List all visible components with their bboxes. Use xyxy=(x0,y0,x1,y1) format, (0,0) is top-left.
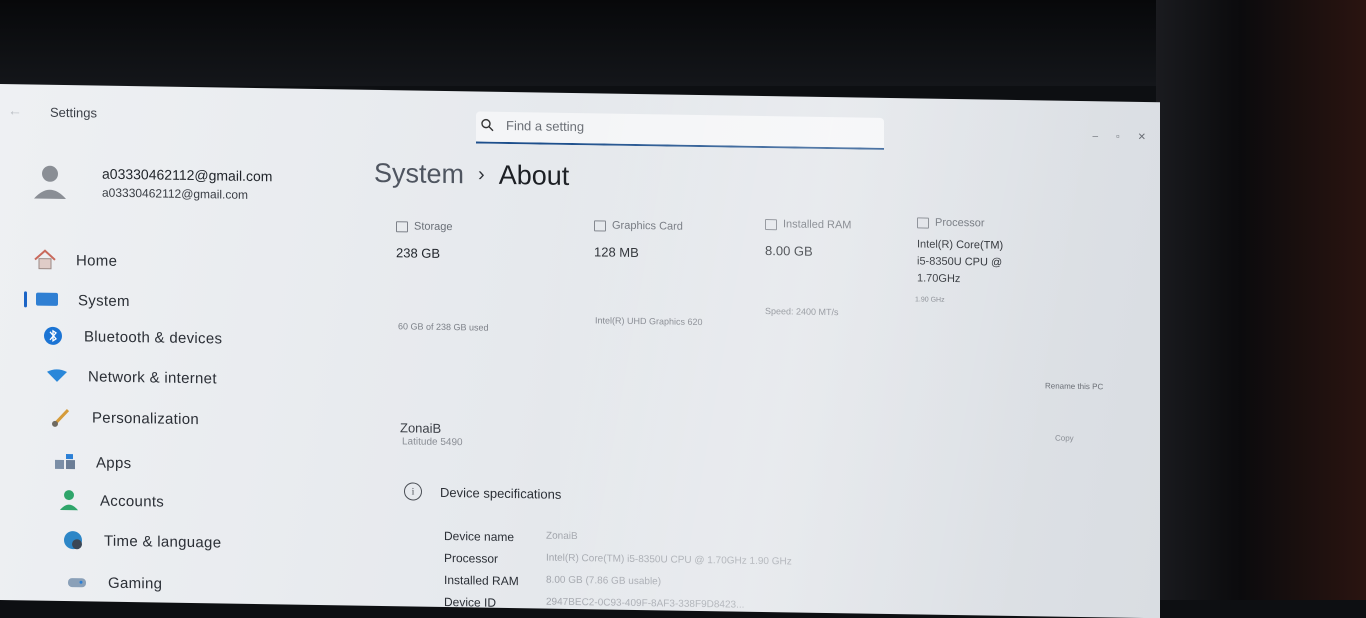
back-arrow-icon[interactable]: ← xyxy=(8,102,22,118)
sidebar-item-system[interactable]: System xyxy=(20,284,130,316)
processor-value-line: Intel(R) Core(TM) xyxy=(917,238,1004,252)
gamepad-icon xyxy=(64,571,90,593)
user-email: a03330462112@gmail.com xyxy=(102,185,249,202)
ram-label: Installed RAM xyxy=(783,218,852,232)
breadcrumb: System › About xyxy=(374,158,569,192)
graphics-value: 128 MB xyxy=(594,244,639,261)
processor-value-line: i5-8350U CPU @ xyxy=(917,255,1003,269)
screen-glare xyxy=(560,92,1160,618)
sidebar-item-personalization[interactable]: Personalization xyxy=(48,402,199,434)
sidebar-item-time-language[interactable]: Time & language xyxy=(60,525,221,558)
storage-value: 238 GB xyxy=(396,245,441,261)
processor-label: Processor xyxy=(935,216,985,230)
system-icon xyxy=(34,289,60,311)
search-icon xyxy=(481,118,494,132)
sidebar-item-label: System xyxy=(78,291,130,310)
graphics-label: Graphics Card xyxy=(612,219,683,233)
sidebar-item-home[interactable]: Home xyxy=(32,245,117,276)
storage-label: Storage xyxy=(414,220,453,234)
sidebar-item-label: Time & language xyxy=(104,532,222,551)
sidebar-nav: Home System Bluetooth & devices Network … xyxy=(20,244,320,592)
sidebar-item-label: Accounts xyxy=(100,492,165,511)
graphics-card[interactable]: Graphics Card 128 MB Intel(R) UHD Graphi… xyxy=(594,219,703,327)
processor-card[interactable]: Processor Intel(R) Core(TM) i5-8350U CPU… xyxy=(915,216,1004,304)
screen-bezel-right xyxy=(1156,0,1366,600)
sidebar-item-apps[interactable]: Apps xyxy=(52,447,131,478)
rename-pc-button[interactable]: Rename this PC xyxy=(1045,381,1103,391)
close-button[interactable]: ✕ xyxy=(1138,132,1146,143)
spec-key: Device ID xyxy=(444,594,497,610)
graphics-card-icon xyxy=(594,219,606,232)
page-title: About xyxy=(498,159,570,191)
sidebar-item-label: Gaming xyxy=(108,574,163,593)
sidebar-item-label: Apps xyxy=(96,454,132,472)
globe-clock-icon xyxy=(60,529,86,551)
spec-row: Device ID 2947BEC2-0C93-409F-8AF3-338F9D… xyxy=(444,595,744,618)
sidebar-item-label: Bluetooth & devices xyxy=(84,327,223,347)
breadcrumb-parent[interactable]: System xyxy=(374,158,464,189)
sidebar-item-network[interactable]: Network & internet xyxy=(44,361,217,394)
selection-indicator xyxy=(24,291,27,308)
processor-detail: 1.90 GHz xyxy=(915,296,945,304)
ram-card[interactable]: Installed RAM 8.00 GB Speed: 2400 MT/s xyxy=(765,218,852,317)
spec-value[interactable]: ZonaiB xyxy=(546,531,578,551)
home-icon xyxy=(32,249,58,271)
info-icon: i xyxy=(404,482,422,501)
app-title: Settings xyxy=(50,104,97,121)
breadcrumb-separator: › xyxy=(478,163,485,186)
ram-detail: Speed: 2400 MT/s xyxy=(765,306,839,318)
processor-icon xyxy=(917,216,929,229)
user-name: a03330462112@gmail.com xyxy=(102,165,273,185)
bluetooth-icon xyxy=(40,325,66,347)
device-specifications-title: Device specifications xyxy=(440,484,562,502)
spec-row: Installed RAM 8.00 GB (7.86 GB usable) xyxy=(444,573,661,596)
ram-icon xyxy=(765,218,777,230)
sidebar-item-label: Home xyxy=(76,251,118,270)
device-specifications-header[interactable]: i Device specifications xyxy=(404,482,561,502)
avatar-icon xyxy=(34,165,66,200)
pc-name: ZonaiB xyxy=(400,420,442,436)
sidebar-item-gaming[interactable]: Gaming xyxy=(64,567,162,599)
spec-value[interactable]: 8.00 GB (7.86 GB usable) xyxy=(546,575,661,597)
wifi-icon xyxy=(44,365,70,387)
apps-icon xyxy=(52,451,78,473)
window-controls: – ▫ ✕ xyxy=(1093,131,1147,143)
copy-button[interactable]: Copy xyxy=(1055,434,1074,443)
pc-model: Latitude 5490 xyxy=(402,436,463,449)
search-input[interactable] xyxy=(504,116,868,140)
sidebar-item-label: Network & internet xyxy=(88,367,217,387)
spec-row: Device name ZonaiB xyxy=(444,529,578,551)
spec-key: Installed RAM xyxy=(444,572,519,589)
ram-value: 8.00 GB xyxy=(765,243,813,259)
accounts-icon xyxy=(56,489,82,511)
settings-window: ← Settings – ▫ ✕ a03330462112@gmail.com … xyxy=(0,84,1160,618)
storage-detail: 60 GB of 238 GB used xyxy=(398,321,489,333)
spec-value[interactable]: Intel(R) Core(TM) i5-8350U CPU @ 1.70GHz… xyxy=(546,553,792,577)
spec-row: Processor Intel(R) Core(TM) i5-8350U CPU… xyxy=(444,551,792,576)
minimize-button[interactable]: – xyxy=(1093,131,1099,142)
storage-icon xyxy=(396,220,408,232)
sidebar-item-bluetooth[interactable]: Bluetooth & devices xyxy=(40,321,222,354)
spec-key: Processor xyxy=(444,550,499,566)
brush-icon xyxy=(48,406,74,428)
sidebar-item-accounts[interactable]: Accounts xyxy=(56,485,164,517)
sidebar-item-label: Personalization xyxy=(92,408,200,428)
spec-key: Device name xyxy=(444,528,515,545)
maximize-button[interactable]: ▫ xyxy=(1116,132,1120,143)
graphics-detail: Intel(R) UHD Graphics 620 xyxy=(595,315,703,328)
processor-value-line: 1.70GHz xyxy=(917,272,961,286)
search-box[interactable] xyxy=(476,111,884,150)
storage-card[interactable]: Storage 238 GB 60 GB of 238 GB used xyxy=(396,220,489,333)
